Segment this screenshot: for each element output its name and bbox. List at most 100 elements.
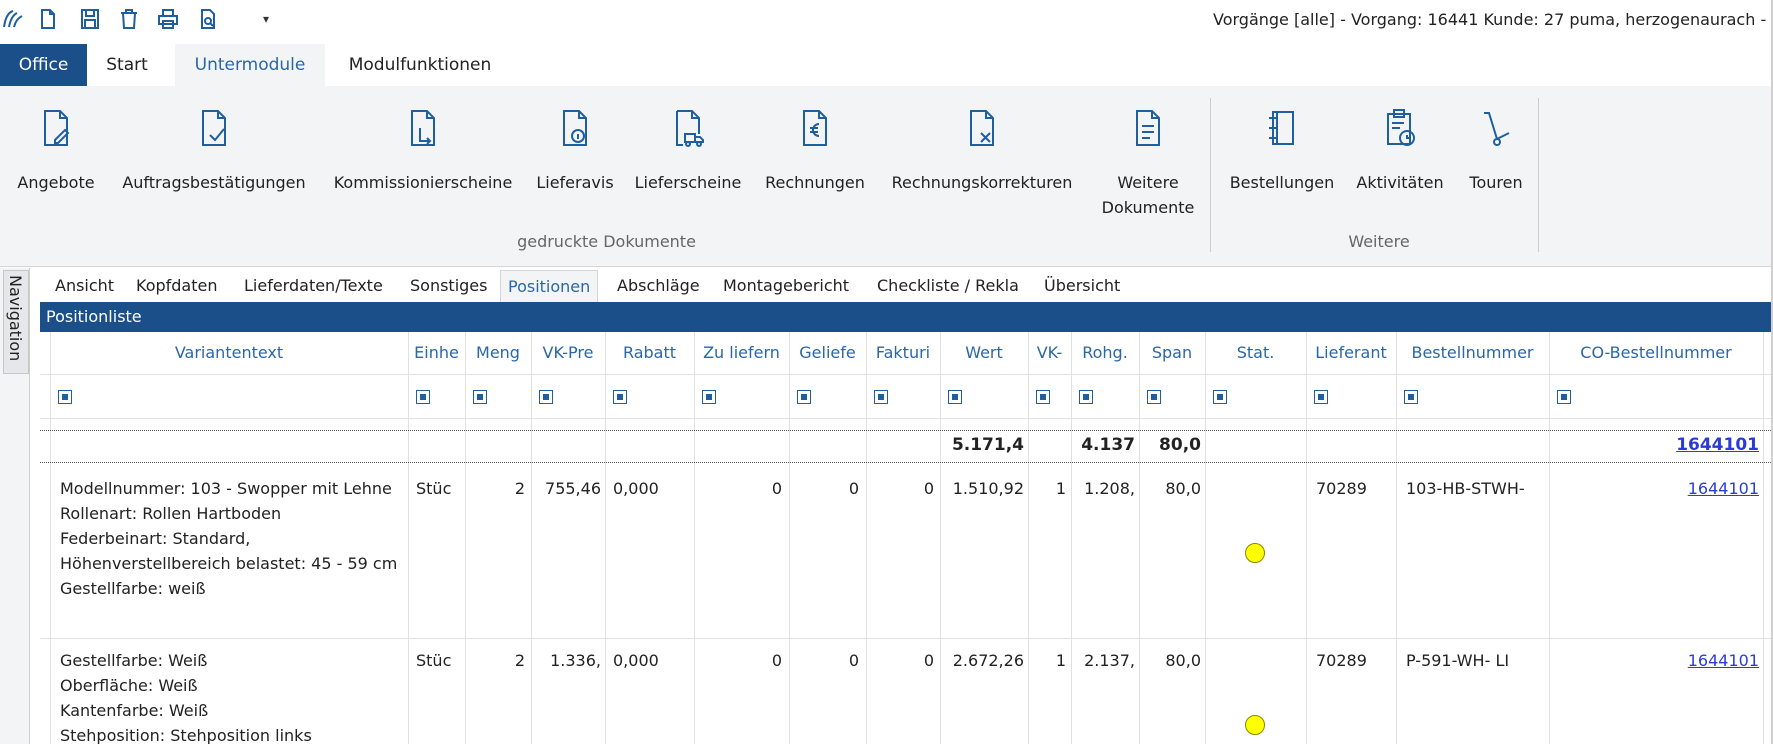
total-co-bestellnummer-link[interactable]: 1644101 [1549,430,1759,460]
angebote-button[interactable]: Angebote [10,86,102,216]
column-header-lieferant[interactable]: Lieferant [1306,332,1396,374]
column-header-menge[interactable]: Meng [465,332,531,374]
ribbon-button-label: Kommissionierscheine [333,173,513,192]
filter-button[interactable] [1314,390,1328,404]
bestellungen-button[interactable]: Bestellungen [1224,86,1340,216]
filter-button[interactable] [797,390,811,404]
column-header-co-bestellnummer[interactable]: CO-Bestellnummer [1549,332,1763,374]
save-icon[interactable] [77,6,103,32]
aktivitaeten-button[interactable]: Aktivitäten [1350,86,1450,216]
tab-untermodule[interactable]: Untermodule [175,44,325,86]
filter-button[interactable] [1557,390,1571,404]
row-1-span[interactable]: 80,0 [1139,476,1201,501]
row-1-co-bestellnummer-link[interactable]: 1644101 [1549,476,1759,501]
print-icon[interactable] [155,6,181,32]
quick-access-dropdown-icon[interactable]: ▾ [263,12,269,26]
filter-button[interactable] [539,390,553,404]
new-document-icon[interactable] [35,6,61,32]
document-info-icon [558,108,592,148]
row-1-rabatt[interactable]: 0,000 [613,476,691,501]
row-1-vk[interactable]: 1 [1028,476,1066,501]
row-1-einheit[interactable]: Stüc [416,476,461,501]
row-2-einheit[interactable]: Stüc [416,648,461,673]
row-1-wert[interactable]: 1.510,92 [940,476,1024,501]
row-2-rohg[interactable]: 2.137, [1071,648,1135,673]
navigation-toggle[interactable]: Navigation [3,270,29,374]
row-2-rabatt[interactable]: 0,000 [613,648,691,673]
print-preview-icon[interactable] [195,6,221,32]
row-1-zu-liefern[interactable]: 0 [694,476,782,501]
column-header-geliefert[interactable]: Geliefe [789,332,866,374]
column-header-zu-liefern[interactable]: Zu liefern [694,332,789,374]
row-1-rohg[interactable]: 1.208, [1071,476,1135,501]
weitere-dokumente-button[interactable]: Weitere Dokumente [1093,86,1203,217]
column-header-variantentext[interactable]: Variantentext [50,332,408,374]
lieferavis-button[interactable]: Lieferavis [535,86,615,216]
filter-button[interactable] [948,390,962,404]
row-1-menge[interactable]: 2 [465,476,525,501]
filter-button[interactable] [58,390,72,404]
row-2-menge[interactable]: 2 [465,648,525,673]
subtab-abschlaege[interactable]: Abschläge [617,270,700,302]
row-1-vk-preis[interactable]: 755,46 [531,476,601,501]
row-2-lieferant[interactable]: 70289 [1316,648,1396,673]
rechnungen-button[interactable]: Rechnungen [760,86,870,216]
row-2-bestellnummer[interactable]: P-591-WH- LI [1406,648,1546,673]
row-2-span[interactable]: 80,0 [1139,648,1201,673]
filter-button[interactable] [1079,390,1093,404]
filter-button[interactable] [1147,390,1161,404]
rechnungskorrekturen-button[interactable]: Rechnungskorrekturen [887,86,1077,216]
column-header-einheit[interactable]: Einhe [408,332,465,374]
total-co-bestellnummer[interactable]: 1644101 [1676,435,1759,455]
row-2-wert[interactable]: 2.672,26 [940,648,1024,673]
column-header-rohg[interactable]: Rohg. [1071,332,1139,374]
app-logo-icon[interactable] [0,6,26,32]
column-header-status[interactable]: Stat. [1205,332,1306,374]
column-header-bestellnummer[interactable]: Bestellnummer [1396,332,1549,374]
filter-button[interactable] [1404,390,1418,404]
filter-button[interactable] [874,390,888,404]
row-1-geliefert[interactable]: 0 [789,476,859,501]
column-header-span[interactable]: Span [1139,332,1205,374]
column-header-fakturiert[interactable]: Fakturi [866,332,940,374]
kommissionierscheine-button[interactable]: Kommissionierscheine [328,86,518,216]
subtab-montagebericht[interactable]: Montagebericht [723,270,849,302]
column-header-vk[interactable]: VK- [1028,332,1071,374]
lieferscheine-button[interactable]: Lieferscheine [632,86,744,216]
column-header-vk-preis[interactable]: VK-Pre [531,332,605,374]
tab-start[interactable]: Start [87,44,167,86]
row-2-vk[interactable]: 1 [1028,648,1066,673]
touren-button[interactable]: Touren [1458,86,1534,216]
tab-office[interactable]: Office [0,44,87,86]
subtab-sonstiges[interactable]: Sonstiges [410,270,487,302]
column-separator [531,332,532,744]
row-1-lieferant[interactable]: 70289 [1316,476,1396,501]
column-header-wert[interactable]: Wert [940,332,1028,374]
filter-button[interactable] [1036,390,1050,404]
filter-button[interactable] [416,390,430,404]
column-separator [1396,332,1397,744]
row-2-vk-preis[interactable]: 1.336, [531,648,601,673]
filter-button[interactable] [613,390,627,404]
row-1-fakturiert[interactable]: 0 [866,476,934,501]
row-2-variantentext[interactable]: Gestellfarbe: Weiß Oberfläche: Weiß Kant… [60,648,400,744]
row-2-fakturiert[interactable]: 0 [866,648,934,673]
delete-icon[interactable] [116,6,142,32]
row-2-co-bestellnummer-link[interactable]: 1644101 [1549,648,1759,673]
subtab-ansicht[interactable]: Ansicht [55,270,114,302]
subtab-kopfdaten[interactable]: Kopfdaten [136,270,218,302]
subtab-positionen[interactable]: Positionen [500,270,599,302]
subtab-lieferdaten-texte[interactable]: Lieferdaten/Texte [244,270,383,302]
row-1-bestellnummer[interactable]: 103-HB-STWH- [1406,476,1546,501]
filter-button[interactable] [702,390,716,404]
subtab-checkliste-rekla[interactable]: Checkliste / Rekla [877,270,1019,302]
row-2-zu-liefern[interactable]: 0 [694,648,782,673]
auftragsbestaetigungen-button[interactable]: Auftragsbestätigungen [115,86,313,216]
tab-modulfunktionen[interactable]: Modulfunktionen [335,44,505,86]
column-header-rabatt[interactable]: Rabatt [605,332,694,374]
filter-button[interactable] [473,390,487,404]
filter-button[interactable] [1213,390,1227,404]
row-1-variantentext[interactable]: Modellnummer: 103 - Swopper mit Lehne Ro… [60,476,400,600]
subtab-uebersicht[interactable]: Übersicht [1044,270,1120,302]
row-2-geliefert[interactable]: 0 [789,648,859,673]
